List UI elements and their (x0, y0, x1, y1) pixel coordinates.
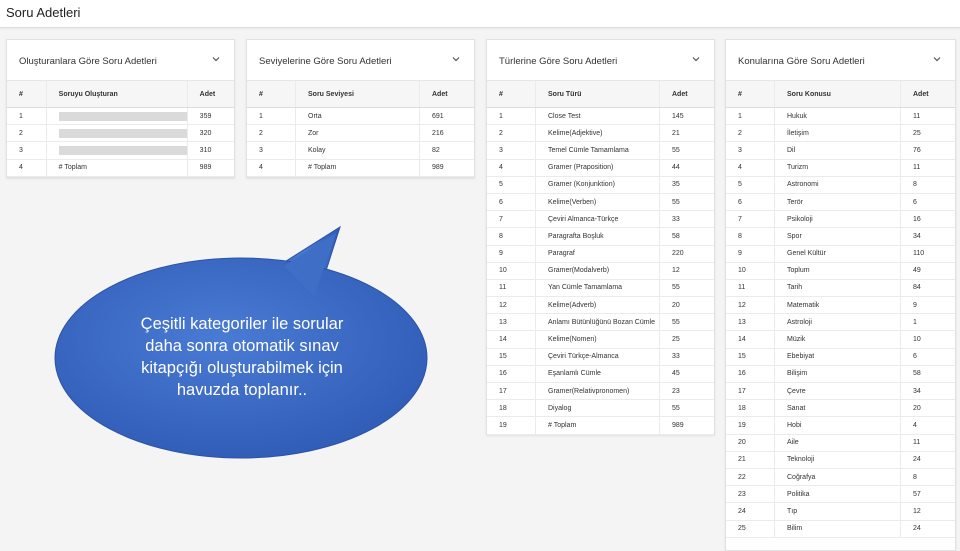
callout-line: daha sonra otomatik sınav (145, 337, 339, 355)
callout-line: Çeşitli kategoriler ile sorular (140, 315, 344, 333)
callout-line: havuzda toplanır.. (176, 381, 308, 399)
speech-bubble (54, 225, 428, 459)
callout-text: Çeşitli kategoriler ile sorular daha son… (92, 313, 392, 401)
callout-line: kitapçığı oluşturabilmek için (141, 359, 343, 377)
